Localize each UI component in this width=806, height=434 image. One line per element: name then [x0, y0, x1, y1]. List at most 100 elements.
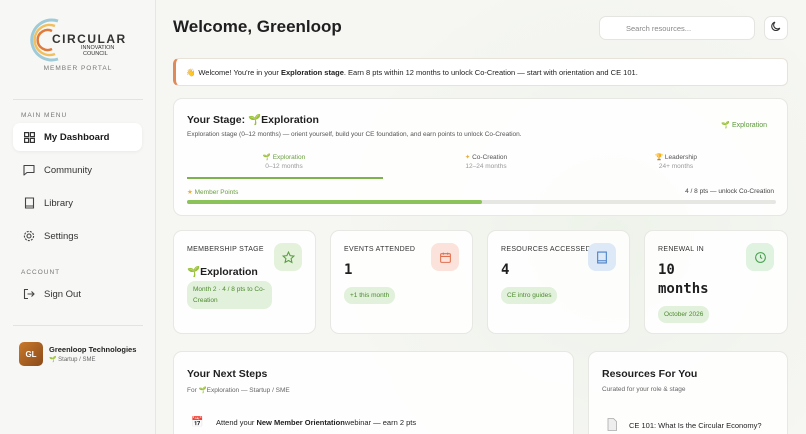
- user-type: 🌱 Startup / SME: [49, 356, 136, 363]
- step-name: Leadership: [664, 154, 698, 161]
- stat-label: RENEWAL IN: [658, 246, 705, 253]
- logo-mark: CIRCULAR INNOVATION COUNCIL: [30, 18, 127, 62]
- clock-icon: [746, 243, 774, 271]
- user-name: Greenloop Technologies: [49, 345, 137, 354]
- sprout-icon: 🌱: [49, 357, 57, 363]
- banner-text-post: . Earn 8 pts within 12 months to unlock …: [343, 67, 638, 77]
- moon-icon: [770, 19, 782, 37]
- stat-pill: +1 this month: [344, 287, 396, 304]
- stat-pill: CE intro guides: [501, 287, 558, 304]
- nav-label: My Dashboard: [44, 131, 110, 143]
- main-content: Welcome, Greenloop Search resources... 👋…: [156, 0, 806, 434]
- stat-card-resources[interactable]: RESOURCES ACCESSED 4 CE intro guides: [487, 230, 630, 334]
- logo[interactable]: CIRCULAR INNOVATION COUNCIL: [30, 13, 130, 63]
- nav-my-dashboard[interactable]: My Dashboard: [13, 123, 142, 151]
- points-progress-bar: [187, 200, 776, 204]
- sub-prefix: For: [187, 387, 197, 394]
- book-icon: [23, 197, 35, 209]
- nav-settings[interactable]: Settings: [13, 222, 142, 250]
- grid-icon: [23, 131, 35, 143]
- step-range: 12–24 months: [465, 163, 507, 170]
- stat-card-events[interactable]: EVENTS ATTENDED 1 +1 this month: [330, 230, 473, 334]
- banner-text-pre: Welcome! You're in your: [198, 67, 281, 77]
- wave-icon: 👋: [186, 67, 196, 77]
- nav-label: Library: [44, 197, 74, 209]
- stat-value-text: Exploration: [200, 266, 258, 278]
- stat-label: RESOURCES ACCESSED: [501, 246, 591, 253]
- stat-label: EVENTS ATTENDED: [344, 246, 416, 253]
- welcome-banner: 👋 Welcome! You're in your Exploration st…: [173, 58, 788, 86]
- stat-card-renewal[interactable]: RENEWAL IN 10 months October 2026: [644, 230, 788, 334]
- stat-card-membership[interactable]: MEMBERSHIP STAGE 🌱Exploration Month 2 · …: [173, 230, 316, 334]
- stat-value: 4: [501, 262, 510, 278]
- nav-label: Community: [44, 164, 93, 176]
- next-steps-title: Your Next Steps: [187, 368, 268, 380]
- current-step-underline: [187, 177, 383, 179]
- resource-item-title: CE 101: What Is the Circular Economy?: [629, 421, 762, 430]
- page-title: Welcome, Greenloop: [173, 17, 342, 36]
- resource-item[interactable]: CE 101: What Is the Circular Economy?: [607, 418, 762, 433]
- nav-label: Settings: [44, 230, 79, 242]
- star-icon: ★: [187, 189, 193, 196]
- banner-text-bold: Exploration stage: [280, 67, 344, 77]
- sparkle-icon: ✦: [464, 154, 471, 161]
- step-exploration[interactable]: 🌱 Exploration 0–12 months: [234, 153, 334, 170]
- step-range: 0–12 months: [265, 163, 303, 170]
- portal-label: MEMBER PORTAL: [43, 65, 113, 72]
- document-icon: [607, 418, 617, 433]
- points-progress-fill: [187, 200, 482, 204]
- book-icon: [588, 243, 616, 271]
- stage-badge: 🌱 Exploration: [721, 121, 767, 129]
- stat-pill: Month 2 · 4 / 8 pts to Co-Creation: [187, 281, 272, 309]
- calendar-icon: 📅: [191, 417, 204, 428]
- points-text: 4 / 8 pts — unlock Co-Creation: [685, 188, 774, 195]
- sub-rest: — Startup / SME: [241, 387, 290, 394]
- item-text-pre: Attend your: [216, 418, 257, 427]
- nav-community[interactable]: Community: [13, 156, 142, 184]
- calendar-icon: [431, 243, 459, 271]
- stage-description: Exploration stage (0–12 months) — orient…: [187, 131, 522, 138]
- sprout-icon: 🌱: [721, 122, 731, 129]
- stat-value: 🌱Exploration: [187, 263, 258, 282]
- sprout-icon: 🌱: [198, 387, 207, 394]
- sprout-icon: 🌱: [248, 114, 262, 126]
- chat-icon: [23, 164, 35, 176]
- step-leadership[interactable]: 🏆 Leadership 24+ months: [626, 153, 726, 170]
- stage-title-name: Exploration: [261, 114, 319, 126]
- step-name: Exploration: [272, 154, 306, 161]
- stage-title-prefix: Your Stage:: [187, 114, 246, 126]
- theme-toggle-button[interactable]: [764, 16, 788, 40]
- stat-pill: October 2026: [658, 306, 710, 323]
- resources-subtitle: Curated for your role & stage: [602, 386, 686, 393]
- item-text-bold: New Member Orientation: [256, 418, 345, 427]
- next-steps-subtitle: For 🌱Exploration — Startup / SME: [187, 386, 290, 394]
- step-range: 24+ months: [658, 163, 694, 170]
- next-steps-card: Your Next Steps For 🌱Exploration — Start…: [173, 351, 574, 434]
- trophy-icon: 🏆: [654, 154, 664, 161]
- stage-title: Your Stage: 🌱Exploration: [187, 113, 319, 126]
- next-step-item[interactable]: 📅 Attend your New Member Orientation web…: [191, 416, 416, 429]
- sign-out-label: Sign Out: [44, 288, 81, 300]
- step-name: Co-Creation: [472, 154, 508, 161]
- stage-badge-label: Exploration: [731, 122, 767, 129]
- nav-library[interactable]: Library: [13, 189, 142, 217]
- user-profile[interactable]: GL Greenloop Technologies 🌱 Startup / SM…: [19, 342, 136, 366]
- user-type-text: Startup / SME: [58, 357, 96, 363]
- sidebar: CIRCULAR INNOVATION COUNCIL MEMBER PORTA…: [0, 0, 156, 434]
- search-input[interactable]: Search resources...: [599, 16, 755, 40]
- resources-title: Resources For You: [602, 368, 698, 380]
- resources-card: Resources For You Curated for your role …: [588, 351, 788, 434]
- divider: [13, 99, 143, 100]
- stat-value: 10 months: [658, 262, 709, 297]
- gear-icon: [23, 230, 35, 242]
- step-co-creation[interactable]: ✦ Co-Creation 12–24 months: [436, 153, 536, 170]
- sign-out-button[interactable]: Sign Out: [13, 280, 142, 308]
- divider: [13, 325, 143, 326]
- sprout-icon: 🌱: [187, 266, 201, 278]
- stat-label: MEMBERSHIP STAGE: [187, 246, 264, 253]
- svg-text:CIRCULAR: CIRCULAR: [52, 32, 127, 46]
- stage-card: Your Stage: 🌱Exploration Exploration sta…: [173, 98, 788, 216]
- item-text-post: webinar — earn 2 pts: [344, 418, 417, 427]
- star-icon: [274, 243, 302, 271]
- points-label-text: Member Points: [194, 189, 239, 196]
